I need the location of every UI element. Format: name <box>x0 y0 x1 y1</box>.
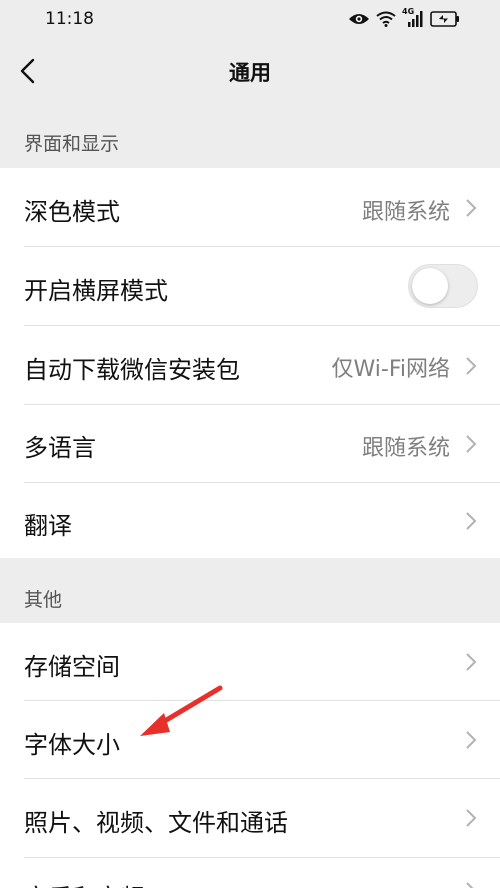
row-label: 多语言 <box>24 434 96 462</box>
row-auto-download-installer[interactable]: 自动下载微信安装包 仅Wi-Fi网络 <box>0 326 500 404</box>
row-value: 跟随系统 <box>361 436 450 461</box>
chevron-right-icon <box>464 197 478 219</box>
row-label: 深色模式 <box>24 198 120 226</box>
row-label: 开启横屏模式 <box>24 277 168 305</box>
chevron-right-icon <box>464 880 478 888</box>
page-title: 通用 <box>229 61 271 85</box>
eye-icon <box>348 12 370 26</box>
status-time: 11:18 <box>45 9 94 29</box>
status-icons: 4G <box>348 7 460 29</box>
settings-group-other: 存储空间 字体大小 照片、视频、文件和通话 音乐和音频 <box>0 623 500 888</box>
chevron-right-icon <box>464 807 478 829</box>
settings-group-display: 深色模式 跟随系统 开启横屏模式 自动下载微信安装包 仅Wi-Fi网络 多语言 … <box>0 168 500 558</box>
row-language[interactable]: 多语言 跟随系统 <box>0 405 500 482</box>
toggle-knob <box>412 268 448 304</box>
row-label: 字体大小 <box>24 731 120 759</box>
chevron-right-icon <box>464 729 478 751</box>
navigation-bar: 通用 <box>0 40 500 102</box>
row-storage[interactable]: 存储空间 <box>0 623 500 700</box>
row-music-audio[interactable]: 音乐和音频 <box>0 858 500 888</box>
row-media-files-calls[interactable]: 照片、视频、文件和通话 <box>0 779 500 857</box>
chevron-right-icon <box>464 433 478 455</box>
chevron-right-icon <box>464 510 478 532</box>
row-dark-mode[interactable]: 深色模式 跟随系统 <box>0 168 500 246</box>
row-label: 照片、视频、文件和通话 <box>24 809 288 837</box>
wifi-icon <box>376 11 396 27</box>
row-label: 音乐和音频 <box>24 878 144 888</box>
chevron-right-icon <box>464 355 478 377</box>
row-label: 自动下载微信安装包 <box>24 356 240 384</box>
chevron-right-icon <box>464 651 478 673</box>
battery-charging-icon <box>430 11 460 27</box>
row-label: 存储空间 <box>24 653 120 681</box>
section-header-display: 界面和显示 <box>24 133 120 155</box>
status-bar: 11:18 4G <box>0 0 500 40</box>
cellular-signal-icon: 4G <box>402 7 424 27</box>
row-value: 跟随系统 <box>361 200 450 225</box>
red-arrow-annotation-icon <box>130 680 230 750</box>
section-header-other: 其他 <box>24 589 63 611</box>
row-font-size[interactable]: 字体大小 <box>0 701 500 778</box>
row-value: 仅Wi-Fi网络 <box>331 357 451 382</box>
row-translation[interactable]: 翻译 <box>0 483 500 558</box>
row-landscape-mode: 开启横屏模式 <box>0 247 500 325</box>
landscape-mode-toggle[interactable] <box>408 264 478 308</box>
row-label: 翻译 <box>24 512 72 540</box>
